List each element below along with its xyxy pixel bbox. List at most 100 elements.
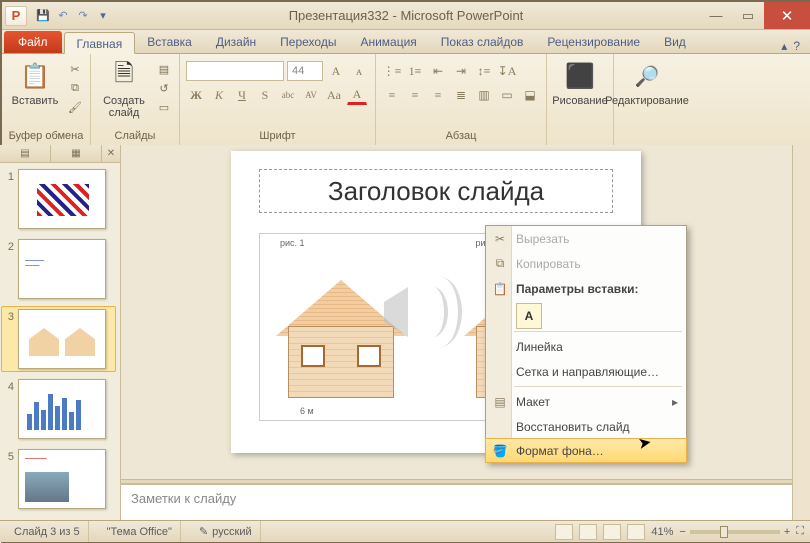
- slide-panel: ▤ ▦ ✕ 1 2 ━━━━━━━━━━━━━━ 3 4: [0, 145, 121, 520]
- group-label: [645, 128, 648, 145]
- zoom-percent[interactable]: 41%: [651, 526, 673, 538]
- tab-review[interactable]: Рецензирование: [535, 31, 652, 53]
- slide-thumb[interactable]: 4: [4, 379, 116, 439]
- cut-icon[interactable]: ✂: [66, 61, 84, 77]
- undo-icon[interactable]: ↶: [54, 7, 72, 25]
- shrink-font-icon[interactable]: ᴀ: [349, 61, 369, 81]
- align-right-icon[interactable]: ≡: [428, 85, 448, 105]
- smartart-icon[interactable]: ⬓: [520, 85, 540, 105]
- align-center-icon[interactable]: ≡: [405, 85, 425, 105]
- indent-icon[interactable]: ⇥: [451, 61, 471, 81]
- collapse-ribbon-icon[interactable]: ▴: [781, 39, 787, 53]
- align-text-icon[interactable]: ▭: [497, 85, 517, 105]
- slide-thumb[interactable]: 1: [4, 169, 116, 229]
- drawing-button[interactable]: ⬛ Рисование: [553, 57, 607, 109]
- columns-icon[interactable]: ▥: [474, 85, 494, 105]
- normal-view-button[interactable]: [555, 524, 573, 540]
- copy-icon[interactable]: ⧉: [66, 80, 84, 96]
- menu-paste-options: 📋Параметры вставки:: [486, 276, 686, 301]
- slide-editor[interactable]: Заголовок слайда рис. 1 рис. 2 6 м Замет…: [121, 145, 792, 520]
- slideshow-view-button[interactable]: [627, 524, 645, 540]
- font-color-button[interactable]: A: [347, 85, 367, 105]
- italic-button[interactable]: К: [209, 85, 229, 105]
- menu-grid[interactable]: Сетка и направляющие…: [486, 359, 686, 384]
- slide-panel-tabs: ▤ ▦ ✕: [0, 145, 120, 163]
- layout-icon[interactable]: ▤: [155, 61, 173, 77]
- slide-thumb[interactable]: 2 ━━━━━━━━━━━━━━: [4, 239, 116, 299]
- help-icon[interactable]: ?: [793, 39, 800, 53]
- char-spacing-button[interactable]: AV: [301, 85, 321, 105]
- maximize-button[interactable]: ▭: [732, 2, 764, 29]
- reset-icon[interactable]: ↺: [155, 80, 173, 96]
- close-panel-icon[interactable]: ✕: [102, 145, 120, 162]
- tab-design[interactable]: Дизайн: [204, 31, 268, 53]
- tab-animations[interactable]: Анимация: [348, 31, 428, 53]
- sorter-view-button[interactable]: [579, 524, 597, 540]
- group-label: Буфер обмена: [9, 128, 84, 145]
- redo-icon[interactable]: ↷: [74, 7, 92, 25]
- justify-icon[interactable]: ≣: [451, 85, 471, 105]
- fit-window-icon[interactable]: ⛶: [796, 525, 804, 538]
- slides-tab-icon[interactable]: ▦: [51, 145, 102, 162]
- slide-thumb[interactable]: 5 ━━━━━━━━━: [4, 449, 116, 509]
- paste-option-keep-text[interactable]: A: [516, 303, 542, 329]
- status-bar: Слайд 3 из 5 "Тема Office" ✎русский 41% …: [0, 520, 810, 542]
- bold-button[interactable]: Ж: [186, 85, 206, 105]
- change-case-button[interactable]: Aa: [324, 85, 344, 105]
- align-left-icon[interactable]: ≡: [382, 85, 402, 105]
- figure-label: рис. 1: [280, 238, 305, 248]
- submenu-arrow-icon: ▸: [672, 395, 678, 409]
- menu-format-background[interactable]: 🪣Формат фона…: [485, 438, 687, 463]
- new-slide-button[interactable]: 🗎 Создать слайд: [97, 57, 151, 121]
- dedent-icon[interactable]: ⇤: [428, 61, 448, 81]
- group-label: Шрифт: [259, 128, 295, 145]
- tab-view[interactable]: Вид: [652, 31, 698, 53]
- numbering-icon[interactable]: 1≡: [405, 61, 425, 81]
- status-language[interactable]: ✎русский: [191, 521, 261, 542]
- notes-pane[interactable]: Заметки к слайду: [121, 484, 792, 520]
- line-spacing-icon[interactable]: ↕≡: [474, 61, 494, 81]
- shadow-button[interactable]: abc: [278, 85, 298, 105]
- menu-layout[interactable]: ▤Макет▸: [486, 389, 686, 414]
- vertical-scrollbar[interactable]: [792, 145, 810, 520]
- menu-cut[interactable]: ✂Вырезать: [486, 226, 686, 251]
- menu-reset-slide[interactable]: Восстановить слайд: [486, 414, 686, 439]
- tab-home[interactable]: Главная: [64, 32, 136, 54]
- audio-icon[interactable]: [376, 271, 466, 361]
- group-drawing: ⬛ Рисование: [547, 54, 614, 145]
- menu-copy[interactable]: ⧉Копировать: [486, 251, 686, 276]
- quick-access-toolbar: 💾 ↶ ↷ ▾: [34, 7, 112, 25]
- group-label: Абзац: [446, 128, 477, 145]
- font-size-combo[interactable]: 44: [287, 61, 323, 81]
- save-icon[interactable]: 💾: [34, 7, 52, 25]
- zoom-out-icon[interactable]: −: [679, 526, 685, 538]
- group-slides: 🗎 Создать слайд ▤ ↺ ▭ Слайды: [91, 54, 180, 145]
- bullets-icon[interactable]: ⋮≡: [382, 61, 402, 81]
- qat-more-icon[interactable]: ▾: [94, 7, 112, 25]
- format-painter-icon[interactable]: 🖌: [66, 99, 84, 115]
- reading-view-button[interactable]: [603, 524, 621, 540]
- new-slide-icon: 🗎: [107, 59, 141, 93]
- tab-transitions[interactable]: Переходы: [268, 31, 348, 53]
- close-button[interactable]: ✕: [764, 2, 810, 29]
- slide-title-placeholder[interactable]: Заголовок слайда: [259, 169, 613, 213]
- tab-slideshow[interactable]: Показ слайдов: [429, 31, 536, 53]
- minimize-button[interactable]: —: [700, 2, 732, 29]
- font-family-combo[interactable]: [186, 61, 284, 81]
- slide-thumb[interactable]: 3: [1, 306, 116, 372]
- menu-ruler[interactable]: Линейка: [486, 334, 686, 359]
- tab-file[interactable]: Файл: [4, 31, 62, 53]
- zoom-in-icon[interactable]: +: [784, 526, 790, 538]
- section-icon[interactable]: ▭: [155, 99, 173, 115]
- grow-font-icon[interactable]: A: [326, 61, 346, 81]
- outline-tab-icon[interactable]: ▤: [0, 145, 51, 162]
- group-font: 44 A ᴀ Ж К Ч S abc AV Aa A Шрифт: [180, 54, 376, 145]
- tab-insert[interactable]: Вставка: [135, 31, 204, 53]
- underline-button[interactable]: Ч: [232, 85, 252, 105]
- editing-button[interactable]: 🔎 Редактирование: [620, 57, 674, 109]
- strike-button[interactable]: S: [255, 85, 275, 105]
- zoom-slider[interactable]: − +: [679, 526, 790, 538]
- paste-icon: 📋: [491, 282, 509, 296]
- paste-button[interactable]: 📋 Вставить: [8, 57, 62, 109]
- text-direction-icon[interactable]: ↧A: [497, 61, 517, 81]
